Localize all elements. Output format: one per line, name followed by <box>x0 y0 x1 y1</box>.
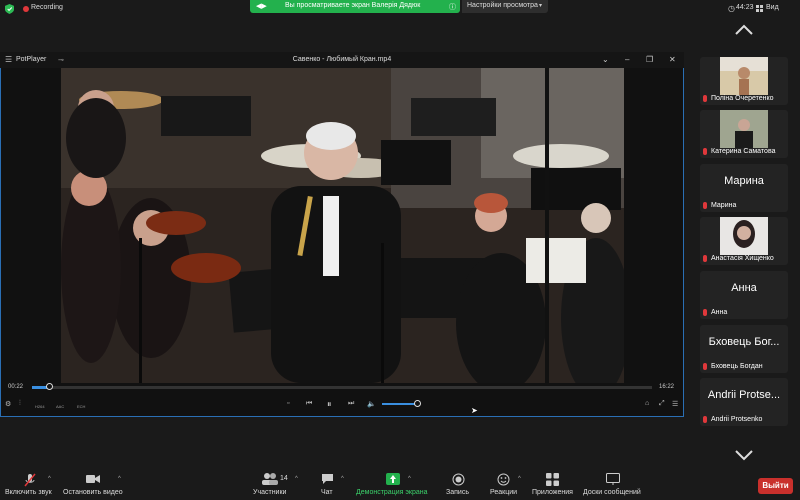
volume-icon[interactable]: 🔈 <box>367 400 376 408</box>
participants-icon[interactable] <box>262 473 278 485</box>
muted-mic-icon <box>703 416 707 423</box>
participant-name: Анастасія Хищенко <box>711 255 774 262</box>
reactions-button[interactable]: Реакции <box>490 489 517 496</box>
participant-display-name: Бховець Бог... <box>708 336 780 348</box>
reactions-icon[interactable] <box>497 473 510 486</box>
record-icon[interactable] <box>452 473 465 486</box>
participant-tile[interactable]: Бховець Бог... Бховець Богдан <box>700 325 788 373</box>
video-options-chevron-icon[interactable]: ^ <box>118 476 121 482</box>
whiteboard-button[interactable]: Доски сообщений <box>583 489 641 496</box>
total-time: 16:22 <box>659 384 675 390</box>
participant-name: Andrii Protsenko <box>711 416 763 423</box>
participant-name: Поліна Очеретенко <box>711 95 774 102</box>
reactions-chevron-icon[interactable]: ^ <box>518 476 521 482</box>
muted-mic-icon <box>703 363 707 370</box>
participant-name: Катерина Саматова <box>711 148 776 155</box>
chat-button[interactable]: Чат <box>321 489 333 496</box>
chat-icon[interactable] <box>321 473 334 485</box>
participants-count: 14 <box>280 475 288 482</box>
audio-options-chevron-icon[interactable]: ^ <box>48 476 51 482</box>
participant-name: Бховець Богдан <box>711 363 763 370</box>
shield-icon[interactable] <box>5 4 14 14</box>
participant-photo <box>720 217 768 255</box>
seek-handle[interactable] <box>46 383 53 390</box>
volume-handle[interactable] <box>414 400 421 407</box>
screen-share-icon: ◀▶ <box>256 3 267 10</box>
chevron-down-icon: ▾ <box>539 3 543 9</box>
channel-label[interactable]: ECH <box>77 404 85 409</box>
participant-tile[interactable]: Анастасія Хищенко <box>700 217 788 265</box>
fullscreen-icon[interactable]: ⤢ <box>659 400 665 408</box>
playlist-icon[interactable]: ☰ <box>672 400 678 408</box>
window-menu-icon[interactable]: ⌄ <box>602 55 609 64</box>
seek-bar[interactable] <box>32 386 652 389</box>
view-button[interactable]: Вид <box>766 4 779 11</box>
participants-button[interactable]: Участники <box>253 489 286 496</box>
participant-tile[interactable]: Анна Анна <box>700 271 788 319</box>
current-time: 00:22 <box>8 384 24 390</box>
share-screen-button[interactable]: Демонстрация экрана <box>356 489 428 496</box>
minimize-icon[interactable]: – <box>625 55 629 64</box>
muted-mic-icon <box>703 148 707 155</box>
participant-display-name: Марина <box>724 175 764 187</box>
previous-icon[interactable]: ⏮ <box>306 400 312 408</box>
record-button[interactable]: Запись <box>446 489 469 496</box>
audio-codec-label[interactable]: AAC <box>56 404 64 409</box>
participant-tile[interactable]: Поліна Очеретенко <box>700 57 788 105</box>
recording-indicator-icon <box>23 6 29 12</box>
apps-button[interactable]: Приложения <box>532 489 573 496</box>
maximize-icon[interactable]: ❐ <box>646 55 653 64</box>
participant-photo <box>720 57 768 95</box>
video-camera-icon[interactable] <box>86 473 100 485</box>
file-title: Савенко - Любимый Кран.mp4 <box>292 56 392 63</box>
timer-icon: ◷ <box>728 4 735 13</box>
muted-mic-icon <box>703 309 707 316</box>
apps-icon[interactable] <box>546 473 559 486</box>
muted-mic-icon <box>703 202 707 209</box>
chat-chevron-icon[interactable]: ^ <box>341 476 344 482</box>
muted-microphone-icon[interactable] <box>24 473 36 487</box>
stop-icon[interactable]: ▫ <box>287 400 289 407</box>
participant-photo <box>720 110 768 148</box>
equalizer-icon[interactable]: ⫶ <box>19 400 21 408</box>
leave-button-label: Выйти <box>762 481 789 490</box>
meeting-timer: 44:23 <box>736 4 754 11</box>
muted-mic-icon <box>703 95 707 102</box>
participant-tile[interactable]: Катерина Саматова <box>700 110 788 158</box>
participant-name: Анна <box>711 309 728 316</box>
grid-view-icon[interactable] <box>756 5 763 12</box>
muted-mic-icon <box>703 255 707 262</box>
participant-tile[interactable]: Марина Марина <box>700 164 788 212</box>
participant-name: Марина <box>711 202 737 209</box>
mouse-cursor-icon: ➤ <box>471 406 478 415</box>
close-icon[interactable]: ✕ <box>669 55 676 64</box>
video-codec-label[interactable]: H264 <box>35 404 45 409</box>
video-frame[interactable] <box>61 68 624 383</box>
volume-slider[interactable] <box>382 403 418 405</box>
participant-display-name: Andrii Protse... <box>707 389 781 401</box>
screen-share-text: Вы просматриваете экран Валерія Дядюк <box>285 2 421 9</box>
info-icon[interactable]: ⓘ <box>449 2 456 12</box>
participant-display-name: Анна <box>731 282 757 294</box>
capture-icon[interactable]: ⌂ <box>645 400 649 407</box>
chevron-up-icon[interactable] <box>734 24 754 36</box>
view-options-label: Настройки просмотра <box>467 2 538 9</box>
stop-video-button[interactable]: Остановить видео <box>63 489 123 496</box>
recording-label: Recording <box>31 4 63 11</box>
pause-icon[interactable]: ⏸ <box>327 399 332 410</box>
participant-tile[interactable]: Andrii Protse... Andrii Protsenko <box>700 378 788 426</box>
share-screen-chevron-icon[interactable]: ^ <box>408 476 411 482</box>
participants-chevron-icon[interactable]: ^ <box>295 476 298 482</box>
unmute-button[interactable]: Включить звук <box>5 489 52 496</box>
whiteboard-icon[interactable] <box>606 473 620 485</box>
settings-icon[interactable]: ⚙ <box>5 400 11 408</box>
chevron-down-icon[interactable] <box>734 449 754 461</box>
share-screen-icon[interactable] <box>386 473 400 485</box>
next-icon[interactable]: ⏭ <box>348 400 354 408</box>
